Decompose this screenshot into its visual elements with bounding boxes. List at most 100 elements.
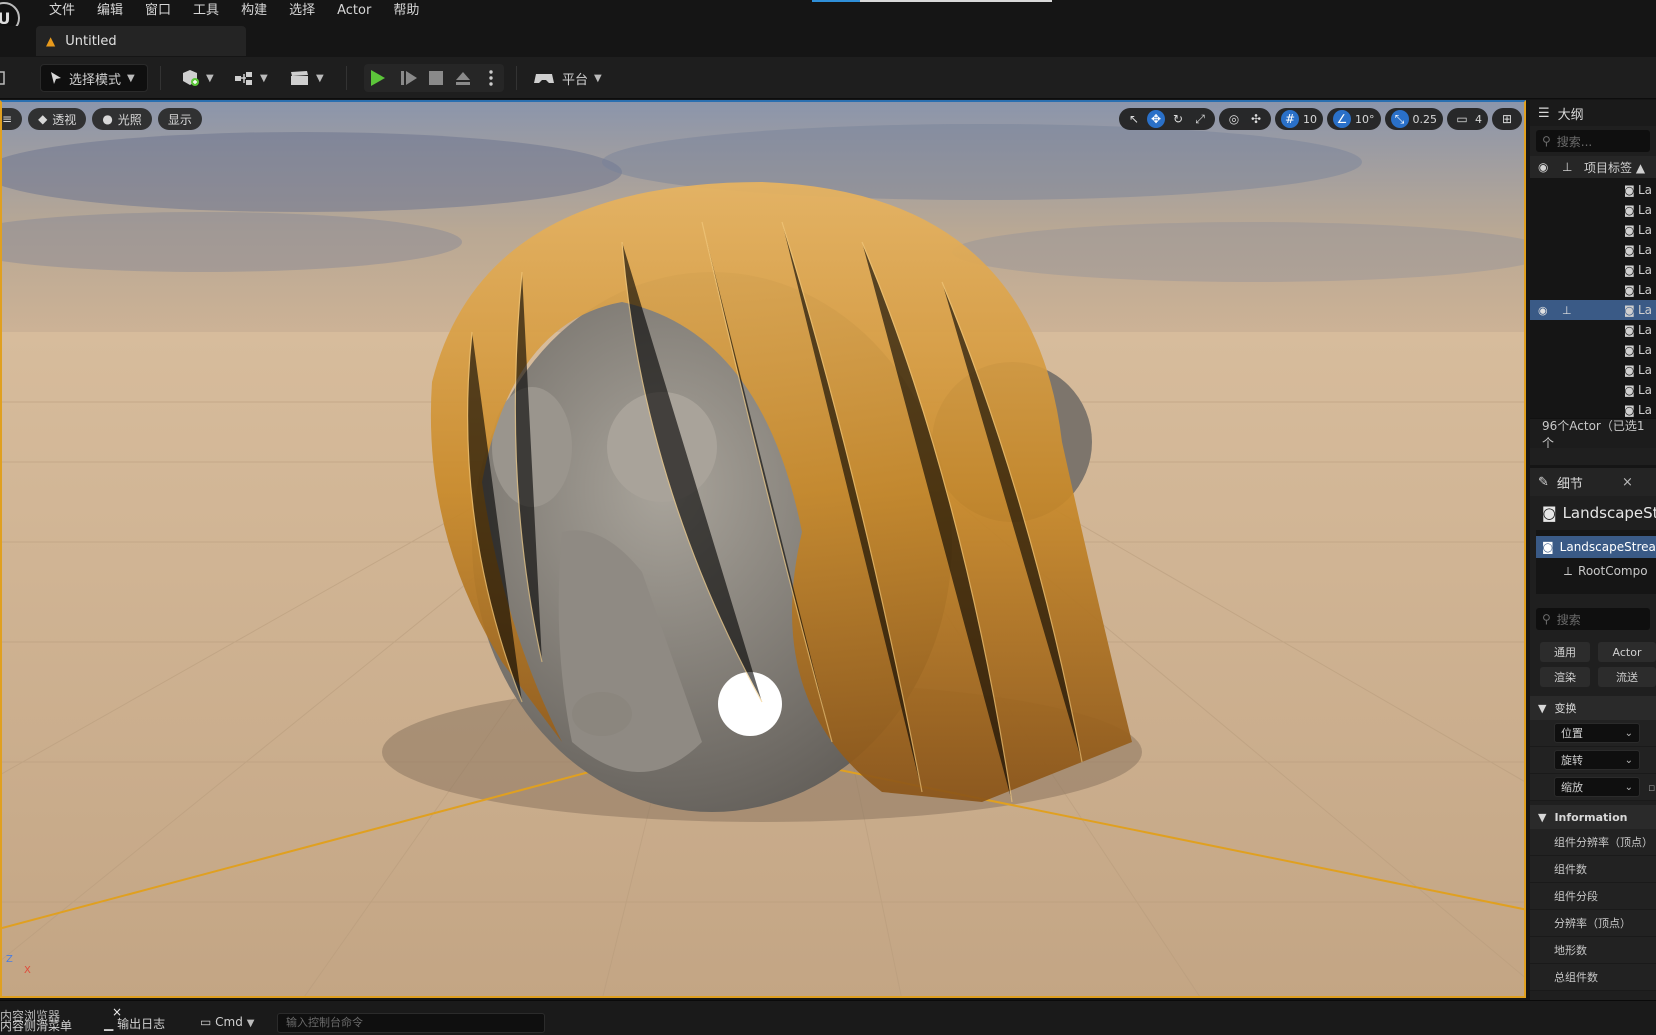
outliner-row[interactable]: ◙ La	[1530, 380, 1656, 400]
info-row: 组件数	[1530, 856, 1656, 883]
grid-snap-icon[interactable]: #	[1281, 110, 1299, 128]
landscape-actor-icon: ◙	[1624, 403, 1635, 417]
camera-speed-group[interactable]: ▭ 4	[1447, 108, 1488, 130]
output-log-button[interactable]: ▁ 输出日志	[104, 1015, 165, 1032]
translate-icon[interactable]: ✥	[1147, 110, 1165, 128]
viewport-layout-icon[interactable]: ⊞	[1498, 110, 1516, 128]
outliner-row[interactable]: ◙ La	[1530, 260, 1656, 280]
camera-icon[interactable]: ▭	[1453, 110, 1471, 128]
menu-file[interactable]: 文件	[38, 2, 86, 20]
eject-icon	[456, 72, 470, 85]
rotate-snap-group[interactable]: ∠ 10°	[1327, 108, 1381, 130]
blueprint-button[interactable]: ▼	[234, 64, 268, 92]
close-icon[interactable]: ×	[1622, 475, 1633, 490]
document-tab-row: ▲ Untitled	[0, 26, 1656, 57]
outliner-row[interactable]: ◙ La	[1530, 400, 1656, 420]
information-section-header[interactable]: ▼ Information	[1530, 805, 1656, 829]
play-options-button[interactable]	[488, 64, 494, 92]
lighting-mode-button[interactable]: ● 光照	[92, 108, 152, 130]
scale-snap-icon[interactable]: ⤡	[1390, 110, 1409, 128]
visibility-eye-icon[interactable]: ◉	[1538, 160, 1548, 174]
scale-snap-group[interactable]: ⤡ 0.25	[1384, 108, 1443, 130]
eject-button[interactable]	[454, 64, 472, 92]
save-icon[interactable]	[0, 64, 6, 92]
selection-mode-button[interactable]: 选择模式 ▼	[40, 64, 148, 92]
scale-snap-value[interactable]: 0.25	[1413, 113, 1438, 126]
select-mode-icon	[51, 72, 61, 84]
console-command-input[interactable]: 输入控制台命令	[277, 1013, 545, 1033]
scale-icon[interactable]: ⤢	[1191, 110, 1209, 128]
menu-build[interactable]: 构建	[230, 2, 278, 20]
play-button[interactable]	[368, 64, 386, 92]
level-tab[interactable]: ▲ Untitled	[36, 26, 246, 56]
details-panel: ✎ 细节 × ◙ LandscapeSt ◙ LandscapeStrea ⟂ …	[1530, 468, 1656, 1000]
content-drawer-button[interactable]: 内容侧滑菜单	[0, 1017, 72, 1034]
surface-snap-icon[interactable]: ✣	[1247, 110, 1265, 128]
cmd-selector[interactable]: ▭ Cmd ▼	[200, 1015, 254, 1029]
item-label-column[interactable]: 项目标签 ▲	[1584, 159, 1645, 176]
level-viewport[interactable]: ≡ ◆ 透视 ● 光照 显示 ↖ ✥ ↻ ⤢ ◎ ✣ # 10 ∠ 10° ⤡ …	[0, 100, 1526, 998]
landscape-actor-icon: ◙	[1624, 323, 1635, 337]
outliner-row[interactable]: ◙ La	[1530, 180, 1656, 200]
component-root-row[interactable]: ◙ LandscapeStrea	[1536, 536, 1656, 558]
category-general-button[interactable]: 通用	[1540, 642, 1590, 662]
outliner-column-header[interactable]: ◉ ⊥ 项目标签 ▲	[1530, 156, 1656, 178]
landscape-actor-icon: ◙	[1624, 383, 1635, 397]
angle-snap-icon[interactable]: ∠	[1333, 110, 1351, 128]
outliner-search-input[interactable]: ⚲ 搜索...	[1536, 130, 1650, 152]
outliner-row[interactable]: ◙ La	[1530, 240, 1656, 260]
add-content-button[interactable]: ▼	[180, 64, 214, 92]
transform-section-header[interactable]: ▼ 变换	[1530, 696, 1656, 720]
details-search-input[interactable]: ⚲ 搜索	[1536, 608, 1650, 630]
outliner-row[interactable]: ◙ La	[1530, 360, 1656, 380]
chevron-down-icon: ▼	[127, 72, 135, 84]
location-dropdown[interactable]: 位置 ⌄	[1554, 723, 1640, 743]
outliner-row[interactable]: ◙ La	[1530, 320, 1656, 340]
layout-group[interactable]: ⊞	[1492, 108, 1522, 130]
lock-icon[interactable]: ▫	[1648, 781, 1655, 794]
viewport-scene	[2, 102, 1524, 996]
grid-snap-value[interactable]: 10	[1303, 113, 1317, 126]
stop-button[interactable]	[428, 64, 444, 92]
menu-actor[interactable]: Actor	[326, 2, 382, 20]
grid-snap-group[interactable]: # 10	[1275, 108, 1323, 130]
menu-tools[interactable]: 工具	[182, 2, 230, 20]
location-row: 位置 ⌄	[1530, 720, 1656, 747]
root-component-row[interactable]: ⟂ RootCompo	[1536, 560, 1656, 582]
outliner-row[interactable]: ◙ La	[1530, 200, 1656, 220]
rotation-dropdown[interactable]: 旋转 ⌄	[1554, 750, 1640, 770]
rotate-snap-value[interactable]: 10°	[1355, 113, 1375, 126]
outliner-search-placeholder: 搜索...	[1556, 134, 1593, 149]
outliner-row-label: La	[1638, 323, 1653, 337]
outliner-row[interactable]: ◙ La	[1530, 340, 1656, 360]
pin-icon[interactable]: ⊥	[1562, 160, 1572, 174]
perspective-button[interactable]: ◆ 透视	[28, 108, 87, 130]
visibility-eye-icon[interactable]: ◉	[1538, 304, 1548, 317]
menu-help[interactable]: 帮助	[382, 2, 430, 20]
cinematics-button[interactable]: ▼	[290, 64, 324, 92]
category-streaming-button[interactable]: 流送	[1598, 667, 1656, 687]
world-globe-icon[interactable]: ◎	[1225, 110, 1243, 128]
viewport-options-button[interactable]: ≡	[2, 108, 23, 130]
outliner-row-label: La	[1638, 303, 1653, 317]
rotate-icon[interactable]: ↻	[1169, 110, 1187, 128]
scale-dropdown[interactable]: 缩放 ⌄	[1554, 777, 1640, 797]
outliner-list[interactable]: ◙ La ◙ La ◙ La ◙ La ◙ La ◙ La ◉ ⊥ ◙ La ◙ La ◙ La ◙ La ◙ La ◙ La	[1530, 178, 1656, 418]
details-tab[interactable]: ✎ 细节 ×	[1530, 468, 1656, 496]
expand-triangle-icon: ▼	[1538, 810, 1547, 824]
outliner-row[interactable]: ◙ La	[1530, 220, 1656, 240]
platforms-button[interactable]: 平台 ▼	[534, 64, 602, 92]
advance-frame-button[interactable]	[400, 64, 418, 92]
outliner-panel: ☰ 大纲 ⚲ 搜索... ◉ ⊥ 项目标签 ▲ ◙ La ◙ La ◙ La ◙ La ◙ La ◙…	[1530, 100, 1656, 465]
menu-select[interactable]: 选择	[278, 2, 326, 20]
pin-icon[interactable]: ⊥	[1562, 304, 1572, 317]
show-button[interactable]: 显示	[157, 108, 202, 130]
select-arrow-icon[interactable]: ↖	[1125, 110, 1143, 128]
category-rendering-button[interactable]: 渲染	[1540, 667, 1590, 687]
outliner-row[interactable]: ◉ ⊥ ◙ La	[1530, 300, 1656, 320]
menu-window[interactable]: 窗口	[134, 2, 182, 20]
camera-speed-value[interactable]: 4	[1475, 113, 1482, 126]
menu-edit[interactable]: 编辑	[86, 2, 134, 20]
outliner-row[interactable]: ◙ La	[1530, 280, 1656, 300]
category-actor-button[interactable]: Actor	[1598, 642, 1656, 662]
